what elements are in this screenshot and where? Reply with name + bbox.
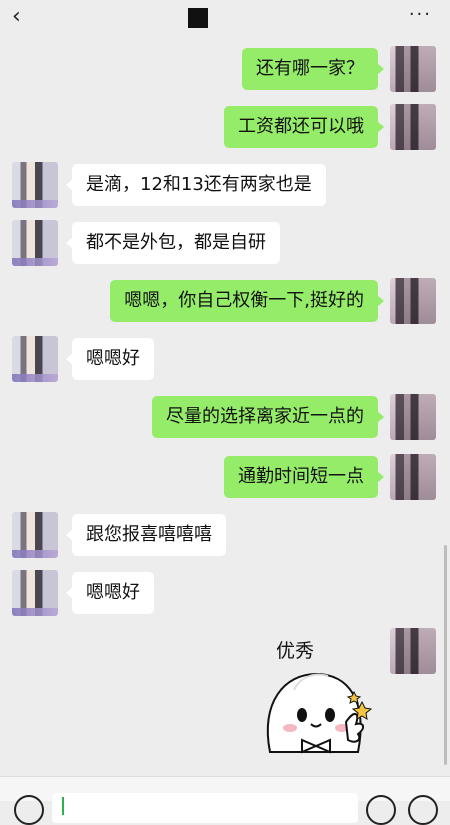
input-toolbar: [0, 776, 450, 825]
message-bubble[interactable]: 嗯嗯，你自己权衡一下,挺好的: [110, 280, 384, 322]
back-button[interactable]: ‹: [12, 4, 21, 29]
message-input[interactable]: [52, 793, 358, 823]
scrollbar[interactable]: [444, 545, 447, 765]
message-bubble[interactable]: 都不是外包，都是自研: [66, 222, 280, 264]
chevron-left-icon: ‹: [12, 4, 21, 29]
message-bubble[interactable]: 是滴，12和13还有两家也是: [66, 164, 326, 206]
chat-title: [188, 8, 208, 28]
my-avatar[interactable]: [390, 104, 436, 150]
top-bar: ‹ ···: [0, 0, 450, 36]
contact-avatar[interactable]: [12, 512, 58, 558]
my-avatar[interactable]: [390, 394, 436, 440]
message-bubble[interactable]: 尽量的选择离家近一点的: [152, 396, 384, 438]
contact-avatar[interactable]: [12, 336, 58, 382]
message-bubble[interactable]: 还有哪一家？: [242, 48, 384, 90]
my-avatar[interactable]: [390, 454, 436, 500]
message-bubble[interactable]: 通勤时间短一点: [224, 456, 384, 498]
sticker-message[interactable]: 优秀: [250, 632, 380, 762]
my-avatar[interactable]: [390, 46, 436, 92]
my-avatar[interactable]: [390, 278, 436, 324]
message-bubble[interactable]: 工资都还可以哦: [224, 106, 384, 148]
message-bubble[interactable]: 跟您报喜嘻嘻嘻: [66, 514, 226, 556]
contact-avatar[interactable]: [12, 220, 58, 266]
contact-avatar[interactable]: [12, 570, 58, 616]
message-bubble[interactable]: 嗯嗯好: [66, 338, 154, 380]
more-button[interactable]: ···: [409, 4, 432, 25]
my-avatar[interactable]: [390, 628, 436, 674]
contact-avatar[interactable]: [12, 162, 58, 208]
cartoon-face-icon: [266, 672, 373, 754]
message-bubble[interactable]: 嗯嗯好: [66, 572, 154, 614]
sticker-caption: 优秀: [276, 640, 315, 662]
